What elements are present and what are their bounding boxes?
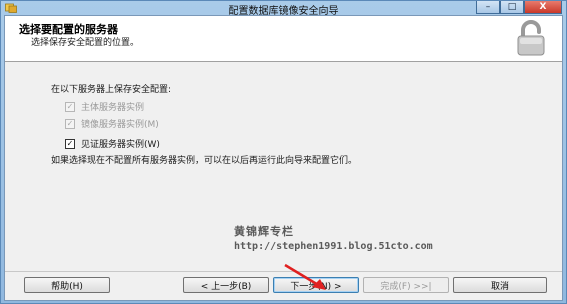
- wizard-content: 在以下服务器上保存安全配置: ✓ 主体服务器实例 ✓ 镜像服务器实例(M) ✓ …: [5, 63, 562, 273]
- finish-button[interactable]: 完成(F) >>|: [363, 277, 449, 293]
- mirror-server-checkbox: ✓: [65, 118, 75, 129]
- principal-server-label: 主体服务器实例: [81, 103, 145, 113]
- principal-server-option: ✓ 主体服务器实例: [65, 100, 144, 113]
- witness-server-label[interactable]: 见证服务器实例(W): [81, 137, 160, 150]
- mirror-server-label: 镜像服务器实例(M): [81, 120, 159, 130]
- watermark-name: 黄锦辉专栏: [234, 225, 294, 238]
- wizard-client: 选择要配置的服务器 选择保存安全配置的位置。 在以下服务器上保存安全配置: ✓ …: [4, 15, 563, 301]
- page-subtitle: 选择保存安全配置的位置。: [31, 38, 140, 48]
- maximize-button[interactable]: □: [500, 1, 524, 14]
- intro-text: 在以下服务器上保存安全配置:: [51, 85, 172, 95]
- cancel-button[interactable]: 取消: [453, 277, 547, 293]
- witness-server-checkbox[interactable]: ✓: [65, 138, 75, 149]
- watermark-url: http://stephen1991.blog.51cto.com: [234, 241, 433, 252]
- minimize-button[interactable]: –: [476, 1, 500, 14]
- principal-server-checkbox: ✓: [65, 101, 75, 112]
- wizard-window: 配置数据库镜像安全向导 – □ X 选择要配置的服务器 选择保存安全配置的位置。…: [0, 0, 567, 304]
- back-button[interactable]: < 上一步(B): [183, 277, 269, 293]
- title-bar[interactable]: 配置数据库镜像安全向导 – □ X: [1, 1, 566, 17]
- lock-icon: [517, 20, 545, 56]
- info-note: 如果选择现在不配置所有服务器实例，可以在以后再运行此向导来配置它们。: [51, 156, 358, 166]
- wizard-header: 选择要配置的服务器 选择保存安全配置的位置。: [5, 16, 562, 62]
- mirror-server-option: ✓ 镜像服务器实例(M): [65, 117, 159, 130]
- help-button[interactable]: 帮助(H): [24, 277, 110, 293]
- close-button[interactable]: X: [524, 1, 562, 14]
- witness-server-option[interactable]: ✓ 见证服务器实例(W): [65, 137, 160, 150]
- annotation-arrow: [284, 263, 326, 290]
